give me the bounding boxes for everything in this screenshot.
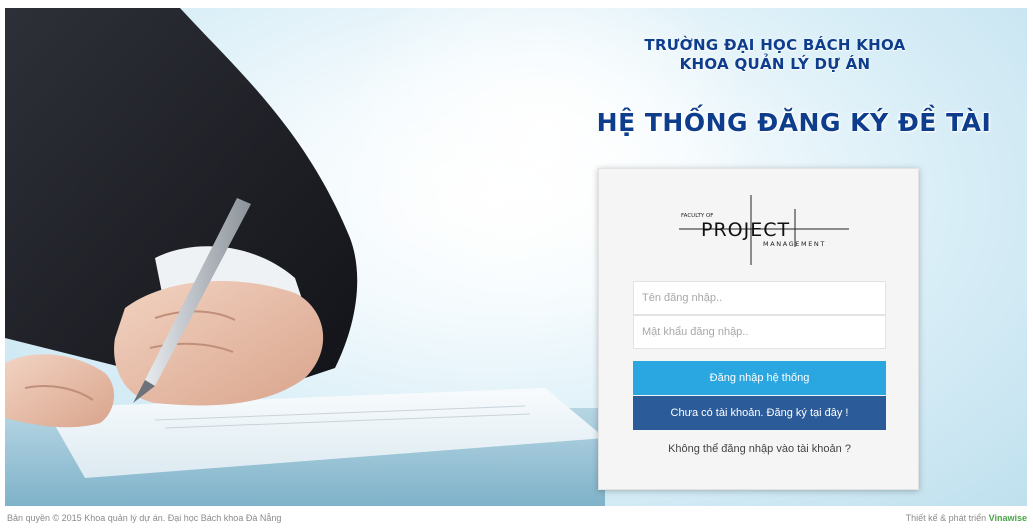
login-button[interactable]: Đăng nhập hệ thống: [633, 361, 886, 395]
faculty-logo: FACULTY OF PROJECT MANAGEMENT: [679, 195, 849, 265]
logo-sub-text: MANAGEMENT: [763, 240, 826, 248]
password-input[interactable]: [633, 315, 886, 349]
username-input[interactable]: [633, 281, 886, 315]
credit-text: Thiết kế & phát triển Vinawise: [906, 513, 1027, 523]
copyright-text: Bản quyền © 2015 Khoa quản lý dự án. Đại…: [7, 513, 282, 523]
forgot-login-link[interactable]: Không thể đăng nhập vào tài khoản ?: [633, 443, 886, 455]
credit-prefix: Thiết kế & phát triển: [905, 513, 987, 523]
logo-main-text: PROJECT: [701, 219, 790, 241]
faculty-title: KHOA QUẢN LÝ DỰ ÁN: [679, 55, 871, 73]
hand-writing-illustration: [5, 8, 605, 506]
system-title: HỆ THỐNG ĐĂNG KÝ ĐỀ TÀI: [596, 108, 992, 137]
login-panel: FACULTY OF PROJECT MANAGEMENT Đăng nhập …: [598, 168, 919, 490]
register-button[interactable]: Chưa có tài khoản. Đăng ký tại đây !: [633, 396, 886, 430]
credit-brand-link[interactable]: Vinawise: [989, 513, 1027, 523]
university-title: TRƯỜNG ĐẠI HỌC BÁCH KHOA: [644, 36, 906, 54]
